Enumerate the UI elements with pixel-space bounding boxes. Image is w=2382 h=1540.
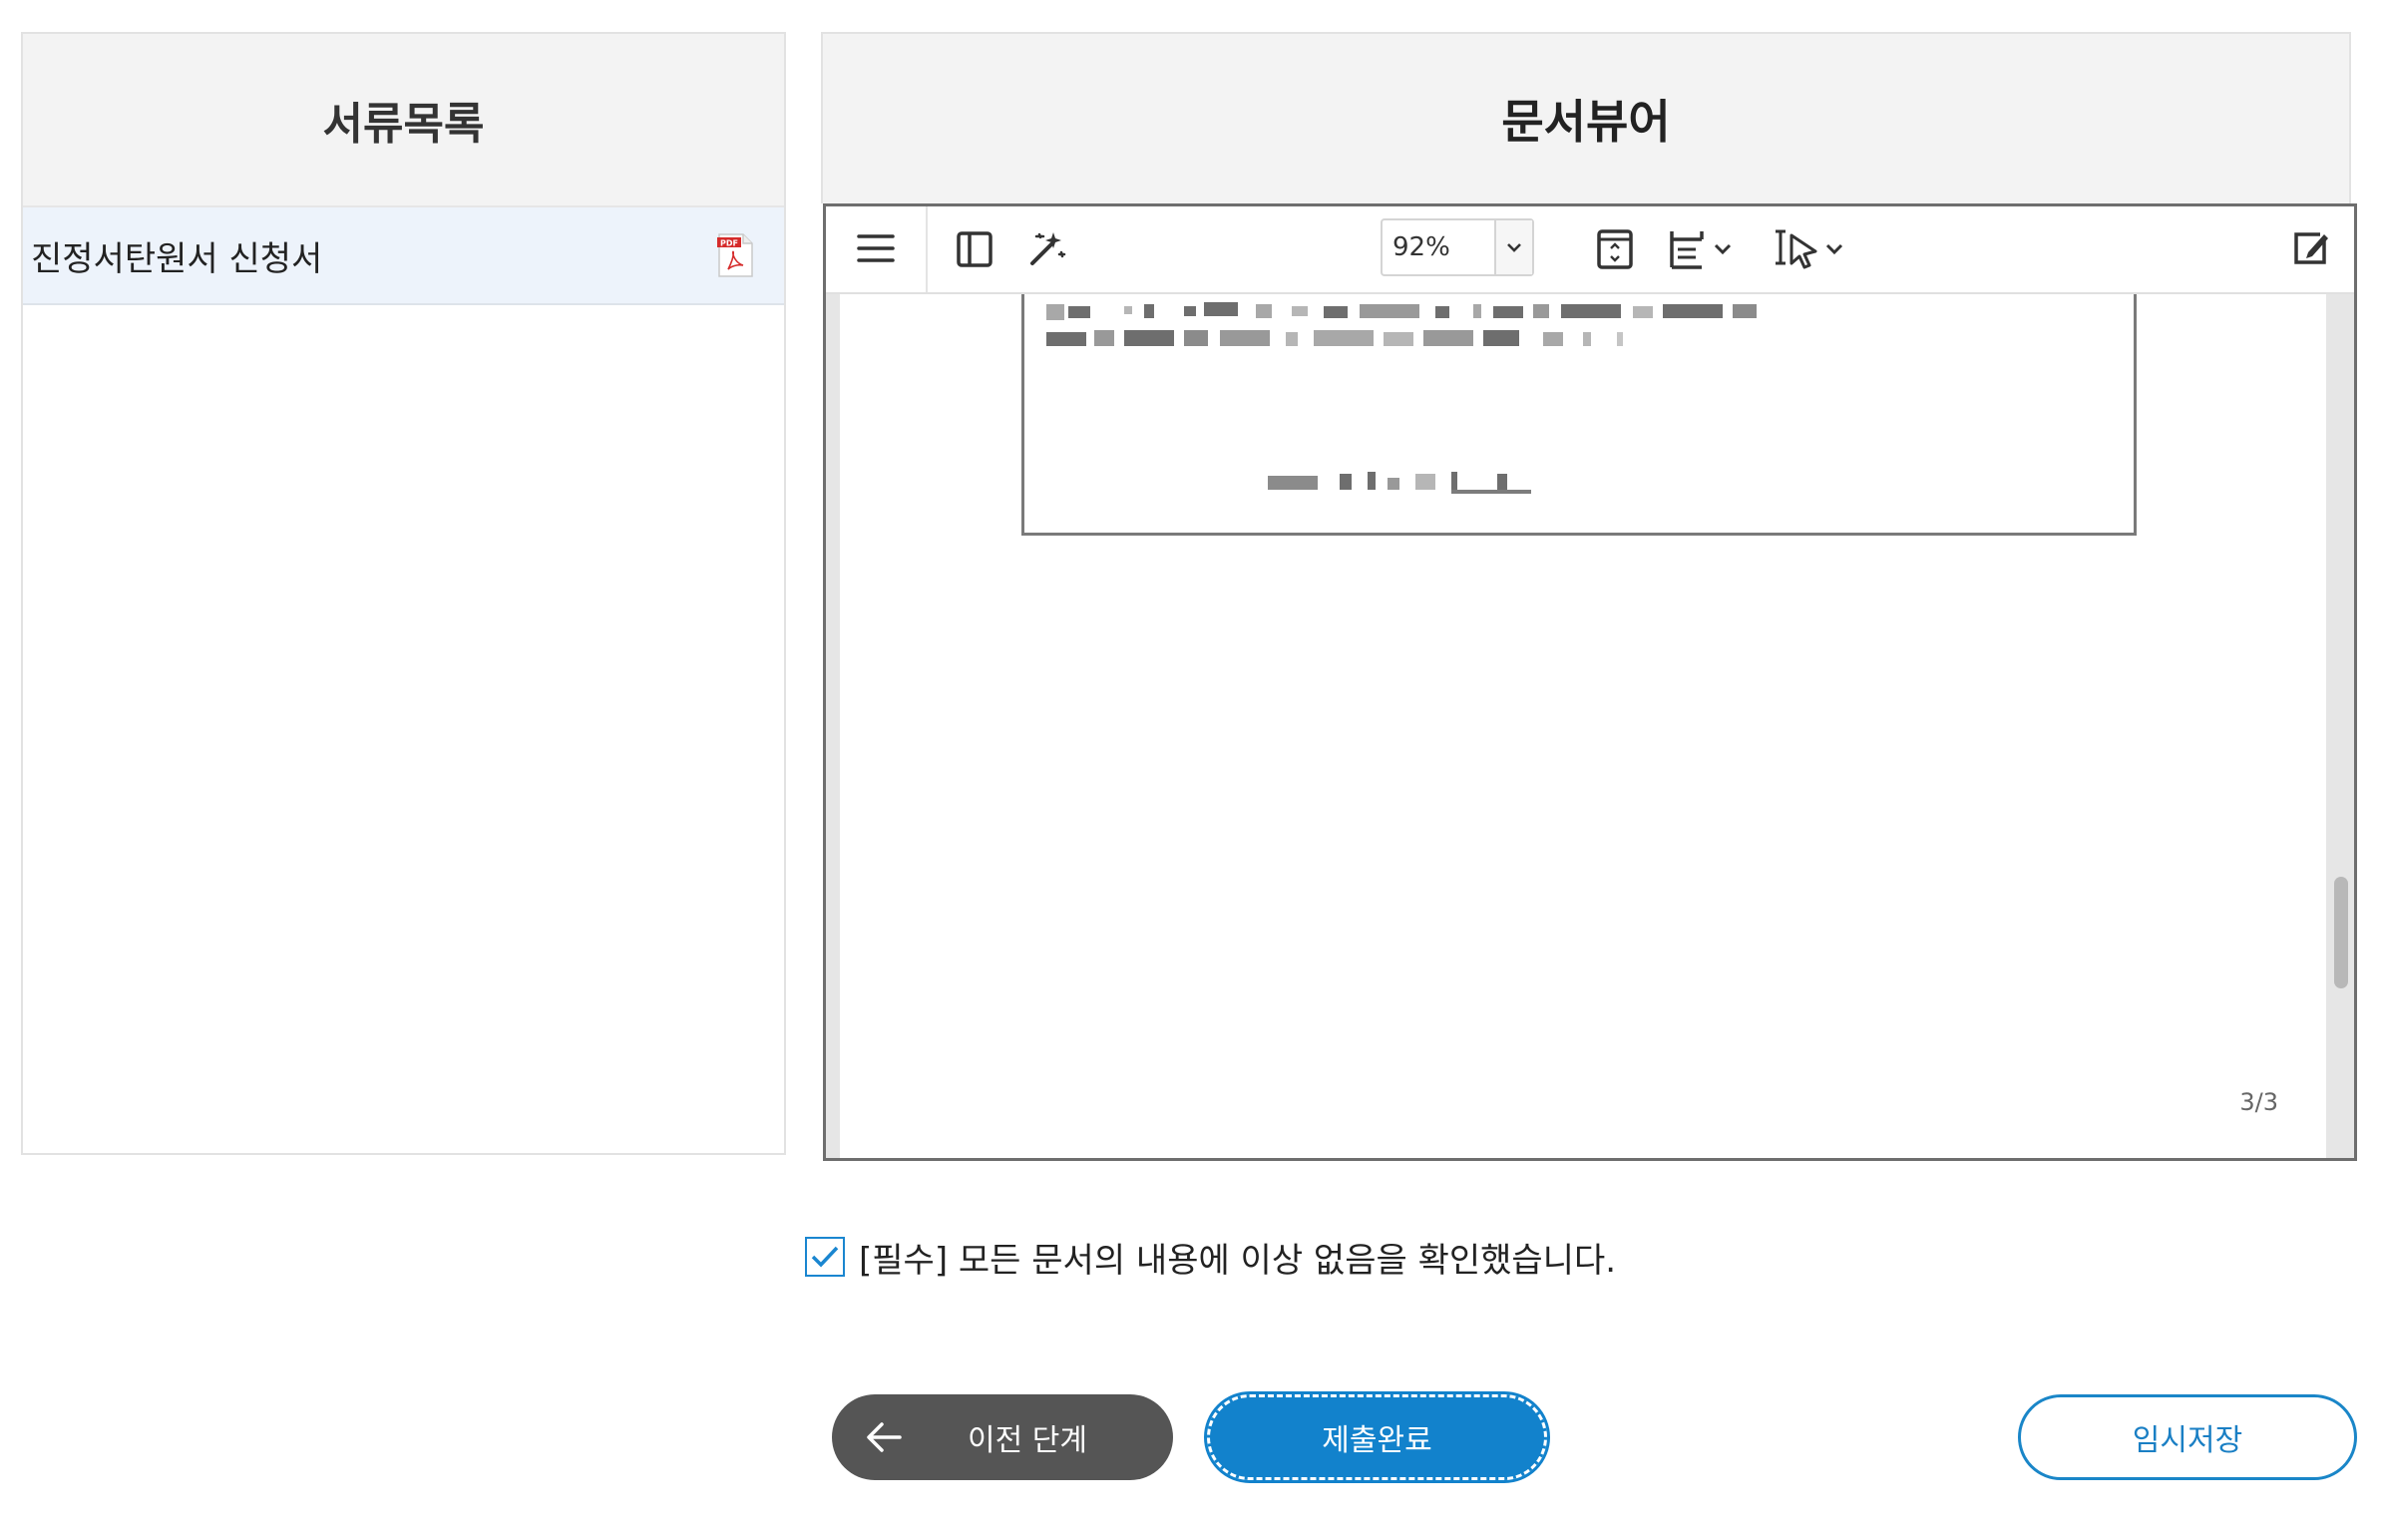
submit-complete-button[interactable]: 제출완료: [1204, 1391, 1550, 1483]
chevron-down-icon[interactable]: [1494, 220, 1532, 274]
zoom-value: 92%: [1392, 232, 1450, 262]
confirm-row: [필수] 모든 문서의 내용에 이상 없음을 확인했습니다.: [805, 1235, 1617, 1281]
checkmark-icon: [811, 1246, 839, 1268]
sidebar-toggle-icon[interactable]: [954, 228, 995, 270]
viewer-scrollbar-thumb[interactable]: [2334, 877, 2348, 988]
viewer-scrollbar-track[interactable]: [2326, 294, 2354, 1158]
document-item-label: 진정서탄원서 신청서: [31, 238, 323, 279]
page-indicator: 3/3: [2239, 1088, 2278, 1116]
magic-wand-icon[interactable]: [1025, 226, 1069, 270]
previous-step-button[interactable]: 이전 단계: [832, 1394, 1173, 1480]
page-layout-icon[interactable]: [1666, 226, 1740, 272]
svg-text:PDF: PDF: [720, 239, 738, 248]
edit-annotate-icon[interactable]: [2288, 226, 2332, 270]
document-list-panel: 서류목록 진정서탄원서 신청서 PDF: [21, 32, 786, 1155]
document-page-content: [1021, 294, 2137, 536]
previous-step-label: 이전 단계: [968, 1423, 1087, 1458]
pdf-file-icon: PDF: [716, 233, 754, 277]
arrow-left-icon: [867, 1422, 902, 1452]
document-viewer-frame: 92% 3/3: [823, 203, 2357, 1161]
document-list-item[interactable]: 진정서탄원서 신청서 PDF: [23, 207, 784, 305]
submit-complete-label: 제출완료: [1322, 1423, 1432, 1458]
fit-page-icon[interactable]: [1594, 226, 1636, 272]
document-page-area[interactable]: 3/3: [826, 294, 2354, 1158]
temporary-save-button[interactable]: 임시저장: [2018, 1394, 2357, 1480]
viewer-left-gutter: [826, 294, 840, 1158]
viewer-toolbar: 92%: [826, 206, 2354, 294]
redacted-text-image: [1046, 302, 1757, 494]
document-viewer-header: 문서뷰어: [821, 32, 2351, 203]
text-select-cursor-icon[interactable]: [1772, 226, 1851, 272]
hamburger-menu-icon[interactable]: [856, 228, 896, 268]
document-list-title: 서류목록: [23, 34, 784, 207]
toolbar-divider: [926, 206, 928, 292]
confirm-label: [필수] 모든 문서의 내용에 이상 없음을 확인했습니다.: [859, 1240, 1617, 1281]
temporary-save-label: 임시저장: [2132, 1423, 2243, 1458]
zoom-select[interactable]: 92%: [1381, 218, 1534, 276]
document-viewer-title: 문서뷰어: [1501, 95, 1671, 149]
confirm-checkbox[interactable]: [805, 1237, 845, 1277]
